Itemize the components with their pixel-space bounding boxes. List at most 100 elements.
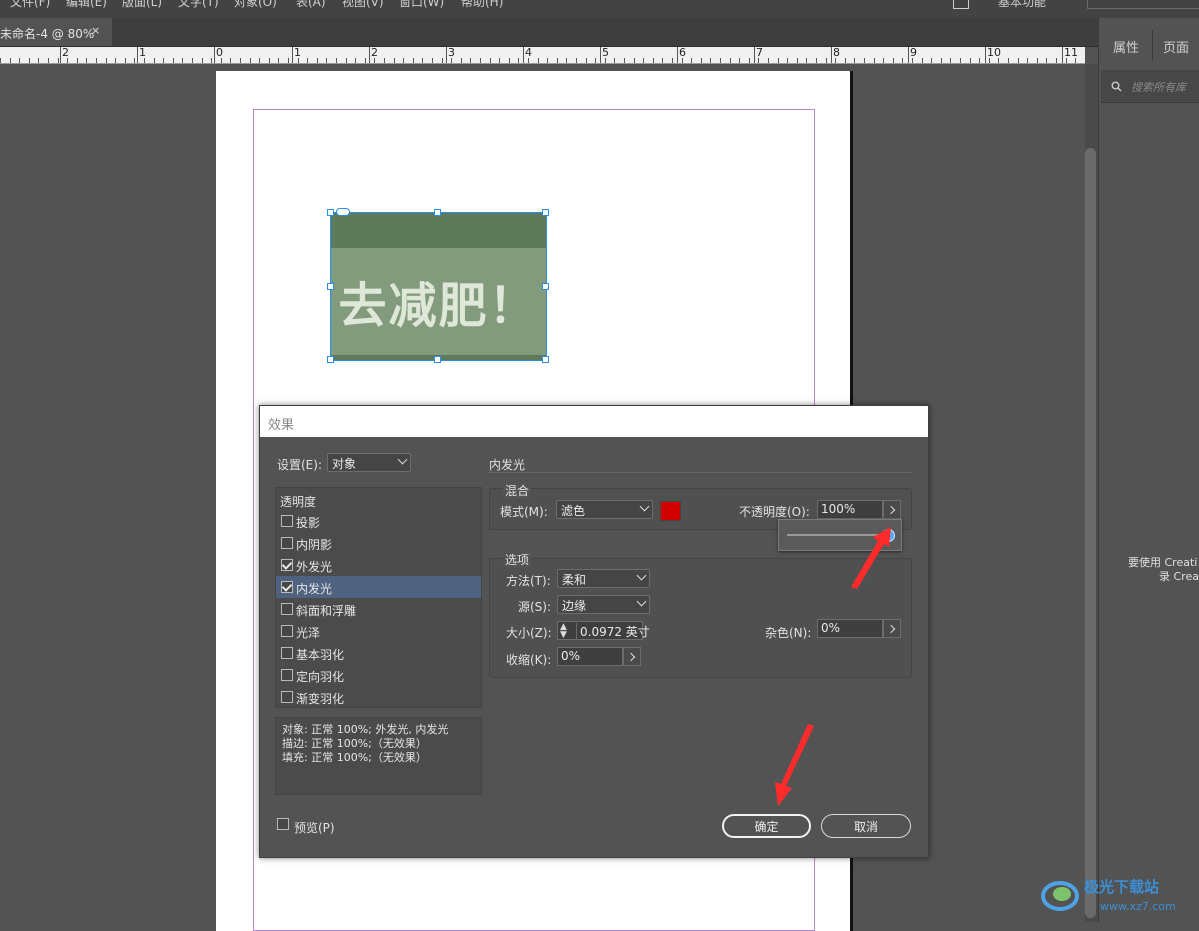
effect-item[interactable]: 光泽	[276, 620, 481, 642]
effect-checkbox[interactable]	[281, 647, 293, 659]
frame-handle-bc[interactable]	[434, 356, 441, 363]
ruler-minor-tick	[614, 58, 615, 63]
menu-layout[interactable]: 版面(L)	[122, 0, 162, 10]
options-group-label: 选项	[503, 551, 532, 568]
frame-handle-br[interactable]	[542, 356, 549, 363]
search-stock-input[interactable]	[1087, 0, 1199, 9]
ruler-major-tick	[60, 47, 61, 63]
effect-checkbox[interactable]	[281, 581, 293, 593]
ruler-minor-tick	[864, 58, 865, 63]
effect-checkbox[interactable]	[281, 691, 293, 703]
document-tab-title: 未命名-4 @ 80%	[0, 27, 95, 41]
frame-handle-mr[interactable]	[542, 283, 549, 290]
effect-item[interactable]: 斜面和浮雕	[276, 598, 481, 620]
effect-checkbox[interactable]	[281, 559, 293, 571]
ruler-minor-tick	[269, 58, 270, 63]
ruler-minor-tick	[0, 58, 1, 63]
ruler-minor-tick	[960, 58, 961, 63]
ruler-minor-tick	[749, 58, 750, 63]
size-input[interactable]: ▲ ▼ 0.0972 英寸	[557, 621, 650, 640]
ruler-minor-tick	[202, 58, 203, 63]
chevron-down-icon	[636, 570, 647, 581]
menu-file[interactable]: 文件(F)	[10, 0, 50, 10]
menu-type[interactable]: 文字(T)	[178, 0, 219, 10]
link-icon[interactable]	[336, 208, 350, 216]
workspace-switcher[interactable]: 基本功能	[998, 0, 1046, 10]
opacity-label: 不透明度(O):	[739, 505, 810, 519]
image-text: 去减肥！	[338, 278, 539, 334]
effect-label: 投影	[296, 516, 321, 530]
ruler-minor-tick	[10, 58, 11, 63]
menu-edit[interactable]: 编辑(E)	[66, 0, 107, 10]
effect-checkbox[interactable]	[281, 603, 293, 615]
ruler-minor-tick	[365, 58, 366, 63]
ruler-minor-tick	[230, 58, 231, 63]
ruler-major-tick	[523, 47, 524, 63]
effect-checkbox[interactable]	[281, 625, 293, 637]
close-icon[interactable]: ×	[91, 24, 100, 37]
effect-item[interactable]: 渐变羽化	[276, 686, 481, 708]
mode-select[interactable]: 滤色	[556, 500, 653, 519]
library-search[interactable]: 搜索所有库	[1101, 70, 1199, 103]
effect-item[interactable]: 投影	[276, 510, 481, 532]
frame-handle-tl[interactable]	[327, 209, 334, 216]
effect-item[interactable]: 内阴影	[276, 532, 481, 554]
selected-image-frame[interactable]: 去减肥！	[330, 212, 547, 361]
menu-help[interactable]: 帮助(H)	[461, 0, 503, 10]
glow-color-swatch[interactable]	[660, 501, 681, 521]
method-select[interactable]: 柔和	[557, 569, 650, 588]
choke-input[interactable]: 0%	[557, 647, 623, 666]
frame-handle-tr[interactable]	[542, 209, 549, 216]
ruler-minor-tick	[662, 58, 663, 63]
vertical-scroll-thumb[interactable]	[1085, 148, 1096, 918]
source-select[interactable]: 边缘	[557, 595, 650, 614]
menu-object[interactable]: 对象(O)	[234, 0, 277, 10]
noise-input[interactable]: 0%	[817, 619, 883, 638]
ruler-minor-tick	[288, 58, 289, 63]
ruler-minor-tick	[998, 58, 999, 63]
menu-window[interactable]: 窗口(W)	[399, 0, 444, 10]
frame-handle-ml[interactable]	[327, 283, 334, 290]
effects-summary: 对象: 正常 100%; 外发光, 内发光 描边: 正常 100%;（无效果） …	[275, 717, 482, 795]
ruler-minor-tick	[326, 58, 327, 63]
library-search-input[interactable]: 搜索所有库	[1131, 79, 1186, 95]
effect-item[interactable]: 内发光	[276, 576, 481, 598]
ruler-minor-tick	[1066, 58, 1067, 63]
ruler-minor-tick	[874, 58, 875, 63]
ruler-minor-tick	[672, 58, 673, 63]
effect-checkbox[interactable]	[281, 515, 293, 527]
effects-list: 透明度 投影 内阴影 外发光 内发光 斜面和浮雕 光泽 基本羽化 定向羽化 渐变羽化	[275, 487, 482, 708]
effect-item[interactable]: 基本羽化	[276, 642, 481, 664]
effect-checkbox[interactable]	[281, 669, 293, 681]
stepper-icon[interactable]: ▲ ▼	[560, 623, 567, 640]
ruler-minor-tick	[115, 58, 116, 63]
ruler-minor-tick	[883, 58, 884, 63]
horizontal-ruler[interactable]: 2 1 0 1 2 3 4 5 6 7 8 9 10 11	[0, 46, 1086, 64]
tab-properties[interactable]: 属性	[1113, 37, 1139, 56]
dialog-title-bar[interactable]: 效果	[260, 406, 928, 437]
menu-table[interactable]: 表(A)	[296, 0, 326, 10]
frame-handle-tc[interactable]	[434, 209, 441, 216]
effect-checkbox[interactable]	[281, 537, 293, 549]
preview-checkbox[interactable]	[277, 818, 289, 830]
effect-item[interactable]: 定向羽化	[276, 664, 481, 686]
effect-item[interactable]: 外发光	[276, 554, 481, 576]
frame-handle-bl[interactable]	[327, 356, 334, 363]
ruler-minor-tick	[682, 58, 683, 63]
ruler-minor-tick	[826, 58, 827, 63]
tab-pages[interactable]: 页面	[1163, 37, 1189, 56]
share-icon[interactable]	[953, 0, 969, 9]
opacity-input[interactable]: 100%	[817, 500, 883, 519]
cancel-button[interactable]: 取消	[821, 814, 911, 838]
opacity-slider-toggle[interactable]	[883, 500, 901, 519]
document-tab[interactable]: 未命名-4 @ 80% ×	[0, 18, 112, 46]
library-message-line2: 录 Crea	[1159, 570, 1199, 583]
choke-slider-toggle[interactable]	[623, 647, 641, 666]
watermark-logo-icon	[1041, 881, 1079, 911]
settings-select[interactable]: 对象	[327, 453, 411, 472]
noise-slider-toggle[interactable]	[883, 619, 901, 638]
menu-view[interactable]: 视图(V)	[342, 0, 384, 10]
ok-button[interactable]: 确定	[722, 814, 811, 838]
ruler-minor-tick	[922, 58, 923, 63]
noise-label: 杂色(N):	[765, 626, 812, 640]
